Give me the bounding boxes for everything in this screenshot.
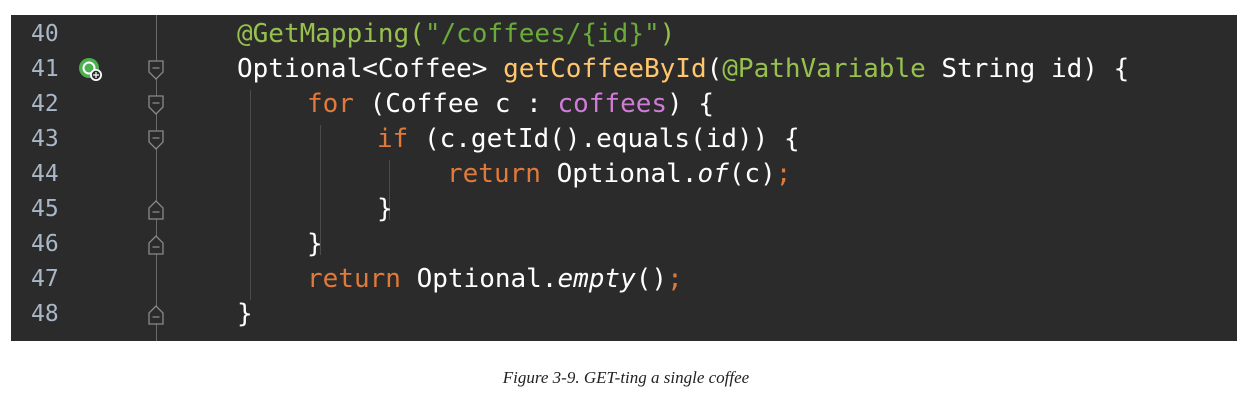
- keyword-token: for: [307, 89, 354, 119]
- fold-end-icon[interactable]: [145, 199, 167, 221]
- semicolon-token: ;: [775, 159, 792, 189]
- field-token: coffees: [557, 89, 668, 119]
- keyword-token: return: [307, 264, 401, 294]
- plain-token: Optional.: [540, 159, 698, 189]
- code-line-45: 45 }: [11, 192, 1237, 227]
- brace-token: }: [237, 299, 253, 329]
- annotation-token: @PathVariable: [722, 54, 926, 84]
- spring-web-endpoint-icon[interactable]: [77, 56, 103, 82]
- code-text: @GetMapping("/coffees/{id}"): [237, 17, 675, 52]
- string-token: "/coffees/{id}": [424, 19, 660, 49]
- brace-token: }: [377, 194, 393, 224]
- code-line-48: 48 }: [11, 297, 1237, 332]
- figure-caption: Figure 3-9. GET-ting a single coffee: [502, 368, 750, 387]
- code-text: return Optional.empty();: [307, 262, 683, 297]
- fold-start-icon[interactable]: [145, 129, 167, 151]
- plain-token: (c.getId().equals(id)) {: [408, 124, 800, 154]
- code-text: if (c.getId().equals(id)) {: [377, 122, 800, 157]
- fold-end-icon[interactable]: [145, 234, 167, 256]
- semicolon-token: ;: [667, 264, 683, 294]
- line-number: 40: [31, 21, 59, 47]
- line-number: 48: [31, 301, 59, 327]
- fold-start-icon[interactable]: [145, 59, 167, 81]
- fold-start-icon[interactable]: [145, 94, 167, 116]
- line-number: 46: [31, 231, 59, 257]
- code-line-43: 43 if (c.getId().equals(id)) {: [11, 122, 1237, 157]
- method-name-token: getCoffeeById: [503, 54, 707, 84]
- code-line-42: 42 for (Coffee c : coffees) {: [11, 87, 1237, 122]
- plain-token: (Coffee c :: [353, 89, 558, 119]
- code-line-47: 47 return Optional.empty();: [11, 262, 1237, 297]
- brace-token: }: [307, 229, 323, 259]
- static-method-token: of: [697, 159, 729, 189]
- fold-end-icon[interactable]: [145, 304, 167, 326]
- keyword-token: return: [447, 159, 541, 189]
- code-text: return Optional.of(c);: [447, 157, 791, 192]
- code-line-40: 40 @GetMapping("/coffees/{id}"): [11, 17, 1237, 52]
- plain-token: (): [635, 264, 668, 294]
- code-editor[interactable]: 40 @GetMapping("/coffees/{id}") 41 Optio…: [11, 15, 1237, 341]
- line-number: 44: [31, 161, 59, 187]
- line-number: 41: [31, 56, 59, 82]
- paren-token: (: [706, 54, 723, 84]
- code-line-46: 46 }: [11, 227, 1237, 262]
- plain-token: (c): [728, 159, 776, 189]
- annotation-token: @GetMapping(: [237, 19, 425, 49]
- code-text: }: [307, 227, 323, 262]
- annotation-token: ): [659, 19, 676, 49]
- keyword-token: if: [377, 124, 409, 154]
- code-text: }: [237, 297, 253, 332]
- code-text: Optional<Coffee> getCoffeeById(@PathVari…: [237, 52, 1129, 87]
- plain-token: Optional.: [400, 264, 558, 294]
- code-line-41: 41 Optional<Coffee> getCoffeeById(@PathV…: [11, 52, 1237, 87]
- line-number: 42: [31, 91, 59, 117]
- line-number: 43: [31, 126, 59, 152]
- code-line-44: 44 return Optional.of(c);: [11, 157, 1237, 192]
- line-number: 45: [31, 196, 59, 222]
- code-text: }: [377, 192, 393, 227]
- static-method-token: empty: [557, 264, 636, 294]
- param-token: String id) {: [925, 54, 1130, 84]
- line-number: 47: [31, 266, 59, 292]
- code-text: for (Coffee c : coffees) {: [307, 87, 714, 122]
- plain-token: ) {: [667, 89, 715, 119]
- type-token: Optional<Coffee>: [237, 54, 504, 84]
